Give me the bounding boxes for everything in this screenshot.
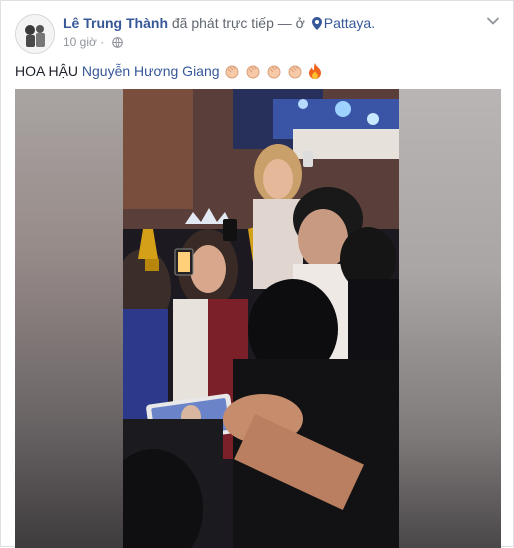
globe-icon <box>111 37 123 48</box>
emoji-row <box>223 63 322 79</box>
map-pin-icon <box>311 17 322 30</box>
live-video-player[interactable] <box>15 89 501 548</box>
clapping-hands-emoji <box>225 65 239 79</box>
post-action: đã phát trực tiếp — ở <box>171 15 305 31</box>
post-meta: 10 giờ · <box>63 35 123 49</box>
location-link[interactable]: Pattaya. <box>324 15 375 31</box>
video-blur-right <box>399 89 501 548</box>
author-avatar[interactable] <box>15 14 55 54</box>
message-prefix: HOA HẬU <box>15 63 79 79</box>
video-frame <box>123 89 399 548</box>
post-message: HOA HẬU Nguyễn Hương Giang <box>15 62 322 80</box>
video-scene <box>123 89 399 548</box>
tagged-name-link[interactable]: Nguyễn Hương Giang <box>82 63 220 79</box>
chevron-down-icon[interactable] <box>485 13 501 29</box>
video-blur-left <box>15 89 123 548</box>
clapping-hands-emoji <box>288 65 302 79</box>
avatar-image <box>16 15 54 53</box>
feed-post: Lê Trung Thành đã phát trực tiếp — ở Pat… <box>0 0 514 548</box>
fire-emoji <box>309 63 321 79</box>
clapping-hands-emoji <box>267 65 281 79</box>
post-timestamp[interactable]: 10 giờ <box>63 35 97 49</box>
author-name[interactable]: Lê Trung Thành <box>63 15 168 31</box>
post-header: Lê Trung Thành đã phát trực tiếp — ở Pat… <box>63 14 473 32</box>
clapping-hands-emoji <box>246 65 260 79</box>
